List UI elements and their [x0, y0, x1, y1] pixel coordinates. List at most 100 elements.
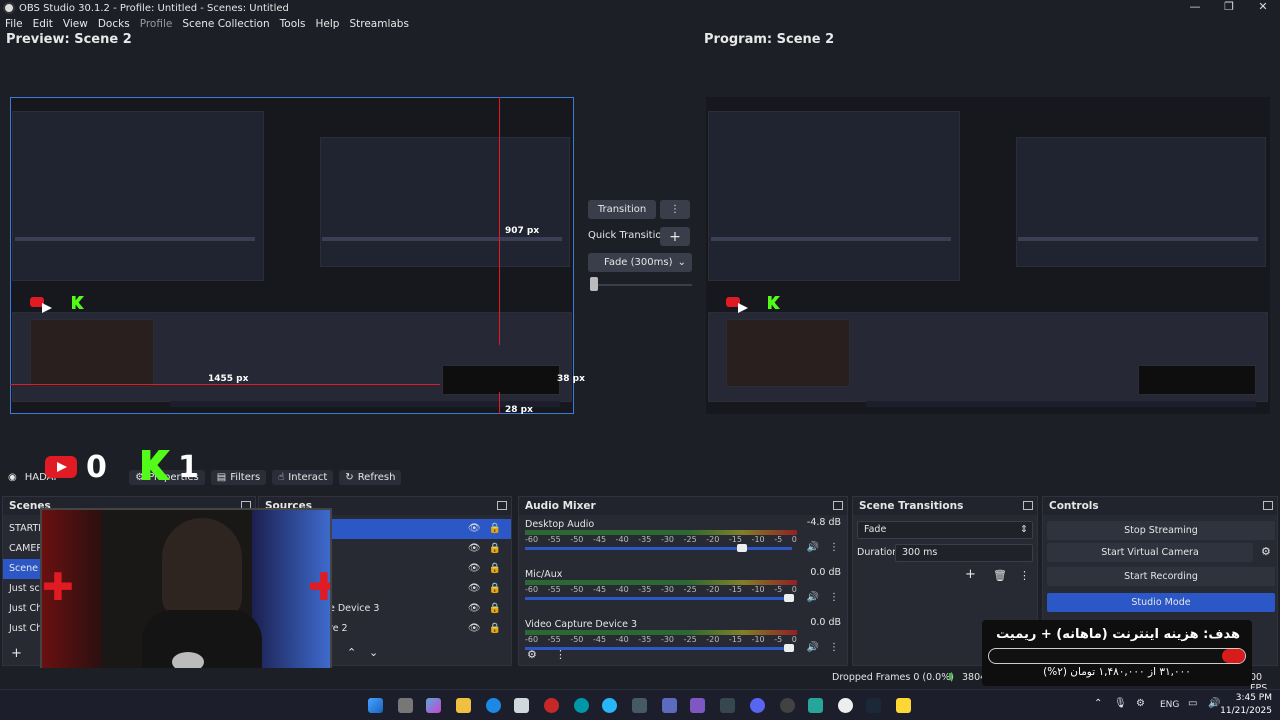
windows-start-icon[interactable]: [368, 698, 383, 713]
start-recording-button[interactable]: Start Recording: [1047, 567, 1275, 586]
clock[interactable]: 3:45 PM 11/21/2025: [1220, 692, 1272, 718]
meter-tick: -50: [570, 585, 584, 594]
lock-icon: 🔒: [488, 623, 501, 634]
move-up-icon[interactable]: ⌃: [347, 646, 356, 659]
menu-scene-collection[interactable]: Scene Collection: [177, 16, 274, 32]
duration-value: 300 ms: [902, 547, 938, 558]
channel-more-icon[interactable]: ⋮: [829, 592, 839, 603]
mixer-more-icon[interactable]: ⋮: [555, 648, 566, 661]
steam-icon[interactable]: [866, 698, 881, 713]
fade-quick-transition-button[interactable]: Fade (300ms) ⌄: [588, 253, 692, 272]
app-icon[interactable]: [720, 698, 735, 713]
add-scene-icon[interactable]: +: [11, 646, 22, 661]
filters-button[interactable]: ▤ Filters: [210, 469, 267, 485]
transition-more-icon[interactable]: ⋮: [1019, 569, 1030, 582]
mixer-channel: Mic/Aux 0.0 dB -60 -55 -50 -45 -40 -35 -30 -25-…: [519, 565, 847, 615]
language-indicator[interactable]: ENG: [1160, 700, 1179, 710]
volume-knob[interactable]: [784, 594, 794, 602]
move-down-icon[interactable]: ⌄: [369, 646, 378, 659]
goal-progress-bar: [988, 648, 1246, 664]
menu-help[interactable]: Help: [311, 16, 345, 32]
interact-button[interactable]: ☝ Interact: [272, 469, 334, 485]
lock-icon: 🔒: [488, 563, 501, 574]
tray-app-icon[interactable]: ⚙: [1136, 698, 1145, 709]
edge-icon[interactable]: [486, 698, 501, 713]
menu-profile[interactable]: Profile: [135, 16, 178, 32]
channel-more-icon[interactable]: ⋮: [829, 542, 839, 553]
menu-streamlabs[interactable]: Streamlabs: [344, 16, 413, 32]
delete-icon[interactable]: 🗑: [993, 569, 1007, 582]
mic-icon[interactable]: 🎙: [1114, 698, 1127, 709]
meter-tick: -35: [638, 535, 652, 544]
menu-view[interactable]: View: [58, 16, 93, 32]
speaker-icon[interactable]: 🔊: [807, 642, 819, 653]
meter-tick: -35: [638, 585, 652, 594]
volume-slider[interactable]: [525, 597, 792, 600]
app-icon[interactable]: [662, 698, 677, 713]
float-icon[interactable]: [497, 501, 507, 510]
channel-db: -4.8 dB: [806, 517, 841, 528]
app-icon[interactable]: [808, 698, 823, 713]
volume-knob[interactable]: [737, 544, 748, 552]
channel-more-icon[interactable]: ⋮: [829, 642, 839, 653]
volume-knob[interactable]: [784, 644, 794, 652]
menu-docks[interactable]: Docks: [93, 16, 135, 32]
float-icon[interactable]: [1263, 501, 1273, 510]
guide-label-bottom: 28 px: [505, 405, 533, 415]
virtual-camera-gear-icon[interactable]: ⚙: [1261, 545, 1271, 558]
mixer-channels: Desktop Audio -4.8 dB -60 -55 -50 -45 -40 -35…: [519, 515, 847, 665]
transition-more-icon[interactable]: ⋮: [660, 200, 690, 219]
guide-label-top: 907 px: [505, 226, 540, 236]
close-button[interactable]: ✕: [1246, 0, 1280, 13]
opera-icon[interactable]: [544, 698, 559, 713]
network-icon[interactable]: ▭: [1188, 698, 1197, 709]
speaker-icon[interactable]: 🔊: [807, 542, 819, 553]
telegram-icon[interactable]: [602, 698, 617, 713]
meter-tick: -30: [660, 585, 675, 594]
maximize-button[interactable]: ❐: [1212, 0, 1246, 13]
menu-tools[interactable]: Tools: [275, 16, 311, 32]
stop-streaming-button[interactable]: Stop Streaming: [1047, 521, 1275, 540]
transition-button[interactable]: Transition: [588, 200, 656, 219]
volume-slider[interactable]: [525, 547, 792, 550]
task-view-icon[interactable]: [398, 698, 413, 713]
audio-mixer-dock: Audio Mixer Desktop Audio -4.8 dB -60 -55…: [518, 496, 848, 666]
refresh-label: Refresh: [357, 471, 396, 483]
tbar-handle[interactable]: [590, 277, 598, 291]
meter-tick: -5: [774, 535, 783, 544]
add-quick-transition-icon[interactable]: +: [660, 227, 690, 246]
menu-file[interactable]: File: [0, 16, 28, 32]
app-icon[interactable]: [896, 698, 911, 713]
selection-box[interactable]: [10, 97, 574, 414]
float-icon[interactable]: [1023, 501, 1033, 510]
tray-chevron-icon[interactable]: ⌃: [1094, 698, 1102, 709]
store-icon[interactable]: [514, 698, 529, 713]
menu-edit[interactable]: Edit: [28, 16, 58, 32]
add-transition-icon[interactable]: +: [965, 567, 976, 582]
app-icon[interactable]: [632, 698, 647, 713]
mixer-settings-icon[interactable]: ⚙: [527, 648, 537, 661]
speaker-icon[interactable]: 🔊: [1208, 698, 1220, 709]
menu-bar: File Edit View Docks Profile Scene Colle…: [0, 16, 414, 32]
goal-progress-fill: [1221, 649, 1245, 663]
app-icon[interactable]: [690, 698, 705, 713]
chevron-updown-icon: ⇕: [1020, 524, 1028, 535]
refresh-button[interactable]: ↻ Refresh: [339, 469, 402, 485]
meter-tick: -10: [751, 535, 765, 544]
studio-mode-button[interactable]: Studio Mode: [1047, 593, 1275, 612]
tbar-track[interactable]: [590, 284, 692, 286]
duration-input[interactable]: 300 ms: [895, 544, 1033, 562]
file-explorer-icon[interactable]: [456, 698, 471, 713]
minimize-button[interactable]: —: [1178, 0, 1212, 13]
speaker-icon[interactable]: 🔊: [807, 592, 819, 603]
obs-taskbar-icon[interactable]: [838, 698, 853, 713]
discord-icon[interactable]: [750, 698, 765, 713]
float-icon[interactable]: [833, 501, 843, 510]
transition-select[interactable]: Fade ⇕: [857, 521, 1033, 539]
media-player-icon[interactable]: [780, 698, 795, 713]
nested-program: [1016, 137, 1266, 267]
start-virtual-camera-button[interactable]: Start Virtual Camera: [1047, 543, 1253, 562]
app-icon[interactable]: [574, 698, 589, 713]
copilot-icon[interactable]: [426, 698, 441, 713]
goal-progress-label: ۳۱,۰۰۰ از ۱,۴۸۰,۰۰۰ تومان (۲%): [1043, 666, 1191, 678]
